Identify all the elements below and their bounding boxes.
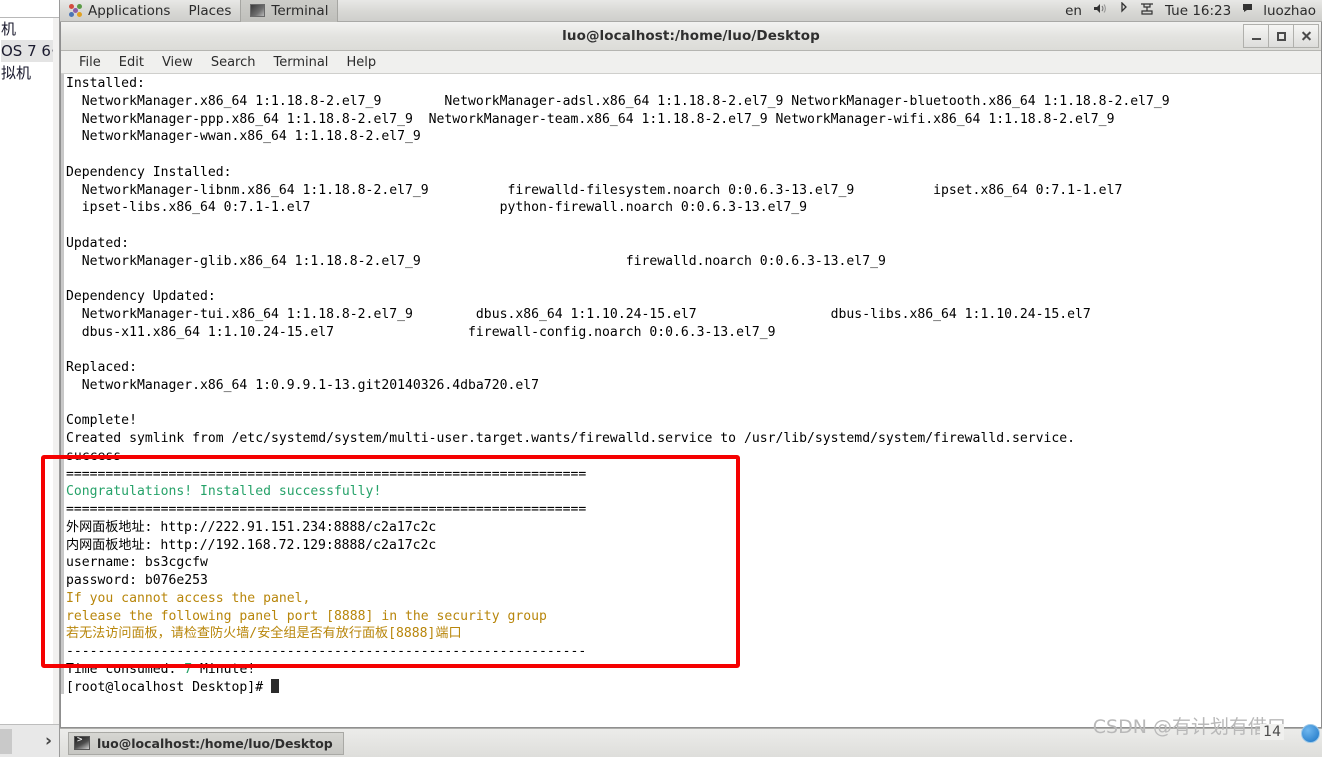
terminal-line: NetworkManager.x86_64 1:0.9.9.1-13.git20… xyxy=(66,377,539,393)
terminal-line: Created symlink from /etc/systemd/system… xyxy=(66,431,1076,446)
gnome-status-area: en Tue 16:23 luozhao xyxy=(1065,0,1322,20)
keyboard-layout-indicator[interactable]: en xyxy=(1065,3,1082,19)
taskbar-window-label: luo@localhost:/home/luo/Desktop xyxy=(97,735,333,751)
menu-edit[interactable]: Edit xyxy=(110,51,153,74)
window-list-taskbar: luo@localhost:/home/luo/Desktop CSDN @有计… xyxy=(60,716,1322,757)
csdn-watermark: CSDN @有计划有借口 xyxy=(1092,716,1286,738)
clock-label: Tue 16:23 xyxy=(1164,2,1232,19)
terminal-line: ipset-libs.x86_64 0:7.1-1.el7 python-fir… xyxy=(66,200,808,216)
window-menu-terminal[interactable]: Terminal xyxy=(240,0,339,22)
terminal-line: NetworkManager-ppp.x86_64 1:1.18.8-2.el7… xyxy=(66,111,1115,127)
terminal-line: If you cannot access the panel, xyxy=(66,590,311,606)
time-consumed-prefix: Time consumed: xyxy=(66,661,185,677)
menu-applications[interactable]: Applications xyxy=(60,0,179,22)
terminal-output-area[interactable]: Installed: NetworkManager.x86_64 1:1.18.… xyxy=(61,74,1321,694)
minimize-button[interactable] xyxy=(1243,24,1269,48)
terminal-line: 外网面板地址: http://222.91.151.234:8888/c2a17… xyxy=(66,519,437,535)
user-menu[interactable]: luozhao xyxy=(1242,3,1316,19)
screen-root: 机 OS 7 6· 拟机 › Applications Places Termi… xyxy=(0,0,1322,757)
maximize-button[interactable] xyxy=(1268,24,1294,48)
terminal-line: NetworkManager-wwan.x86_64 1:1.18.8-2.el… xyxy=(66,129,421,145)
gnome-top-panel: Applications Places Terminal en Tue 16:2… xyxy=(60,0,1322,22)
menu-search[interactable]: Search xyxy=(202,51,265,74)
text-cursor xyxy=(270,678,279,693)
terminal-line: Dependency Installed: xyxy=(66,164,232,180)
terminal-menubar: File Edit View Search Terminal Help xyxy=(61,51,1321,74)
terminal-line: Congratulations! Installed successfully! xyxy=(66,484,382,500)
menu-view[interactable]: View xyxy=(153,51,202,74)
terminal-line: ========================================… xyxy=(66,466,587,482)
terminal-line: username: bs3cgcfw xyxy=(66,555,208,571)
terminal-line: success xyxy=(66,448,122,464)
terminal-window: luo@localhost:/home/luo/Desktop File Edi… xyxy=(60,22,1322,728)
close-button[interactable] xyxy=(1293,24,1319,48)
terminal-line: NetworkManager-glib.x86_64 1:1.18.8-2.el… xyxy=(66,253,886,269)
menu-help[interactable]: Help xyxy=(337,51,385,74)
vm-tree-item-1[interactable]: OS 7 6· xyxy=(1,40,53,62)
terminal-titlebar[interactable]: luo@localhost:/home/luo/Desktop xyxy=(61,22,1321,51)
terminal-icon xyxy=(74,735,90,750)
user-icon xyxy=(1242,3,1256,19)
vm-host-sidebar-header xyxy=(0,0,59,18)
vm-sidebar-tab-stub[interactable] xyxy=(0,729,12,754)
terminal-line: NetworkManager-libnm.x86_64 1:1.18.8-2.e… xyxy=(66,182,1123,198)
terminal-line: Updated: xyxy=(66,235,130,251)
menu-applications-label: Applications xyxy=(88,2,171,19)
vm-library-tree[interactable]: 机 OS 7 6· 拟机 xyxy=(0,18,53,82)
terminal-prompt-line[interactable]: [root@localhost Desktop]# xyxy=(66,678,1321,695)
menu-places-label: Places xyxy=(188,2,232,19)
terminal-line: ----------------------------------------… xyxy=(66,644,587,659)
terminal-line: Complete! xyxy=(66,413,137,429)
window-controls xyxy=(1243,24,1319,48)
shell-prompt: [root@localhost Desktop]# xyxy=(66,679,271,695)
time-consumed-suffix: Minute! xyxy=(192,661,256,677)
taskbar-window-button[interactable]: luo@localhost:/home/luo/Desktop xyxy=(68,731,344,755)
terminal-line: dbus-x11.x86_64 1:1.10.24-15.el7 firewal… xyxy=(66,324,776,340)
vm-host-sidebar-body xyxy=(0,82,53,724)
vm-host-sidebar-footer[interactable]: › xyxy=(0,724,59,757)
vm-tree-item-0[interactable]: 机 xyxy=(1,20,16,38)
vm-tree-item-2[interactable]: 拟机 xyxy=(1,64,31,82)
network-icon[interactable] xyxy=(1140,2,1154,19)
clock[interactable]: Tue 16:23 xyxy=(1165,3,1231,19)
terminal-left-border xyxy=(61,74,64,694)
menu-places[interactable]: Places xyxy=(179,0,240,22)
terminal-line: password: b076e253 xyxy=(66,573,208,588)
terminal-line: Dependency Updated: xyxy=(66,289,216,304)
menu-file[interactable]: File xyxy=(70,51,110,74)
terminal-line: Installed: xyxy=(66,76,145,91)
terminal-line: NetworkManager.x86_64 1:1.18.8-2.el7_9 N… xyxy=(66,93,1170,109)
tray-indicator-icon[interactable] xyxy=(1301,724,1320,743)
terminal-line: NetworkManager-tui.x86_64 1:1.18.8-2.el7… xyxy=(66,306,1091,322)
applications-grid-icon xyxy=(69,4,82,17)
vm-host-sidebar: 机 OS 7 6· 拟机 › xyxy=(0,0,60,757)
volume-icon[interactable] xyxy=(1093,2,1108,19)
terminal-line: ========================================… xyxy=(66,502,587,517)
user-name-label: luozhao xyxy=(1263,2,1316,19)
terminal-icon xyxy=(250,4,266,17)
chevron-right-icon[interactable]: › xyxy=(45,731,52,751)
terminal-line: Replaced: xyxy=(66,360,137,375)
time-consumed-value: 7 xyxy=(184,661,193,677)
terminal-line-time-consumed: Time consumed: 7 Minute! xyxy=(66,661,1321,679)
window-title: luo@localhost:/home/luo/Desktop xyxy=(562,28,820,44)
terminal-text: Installed: NetworkManager.x86_64 1:1.18.… xyxy=(66,75,1321,694)
page-number: 14 xyxy=(1260,724,1284,740)
terminal-line: release the following panel port [8888] … xyxy=(66,608,547,624)
terminal-line: 若无法访问面板，请检查防火墙/安全组是否有放行面板[8888]端口 xyxy=(66,626,462,642)
menu-terminal[interactable]: Terminal xyxy=(264,51,337,74)
terminal-line: 内网面板地址: http://192.168.72.129:8888/c2a17… xyxy=(66,537,437,553)
window-menu-terminal-label: Terminal xyxy=(271,2,329,19)
bluetooth-icon[interactable] xyxy=(1119,0,1129,20)
